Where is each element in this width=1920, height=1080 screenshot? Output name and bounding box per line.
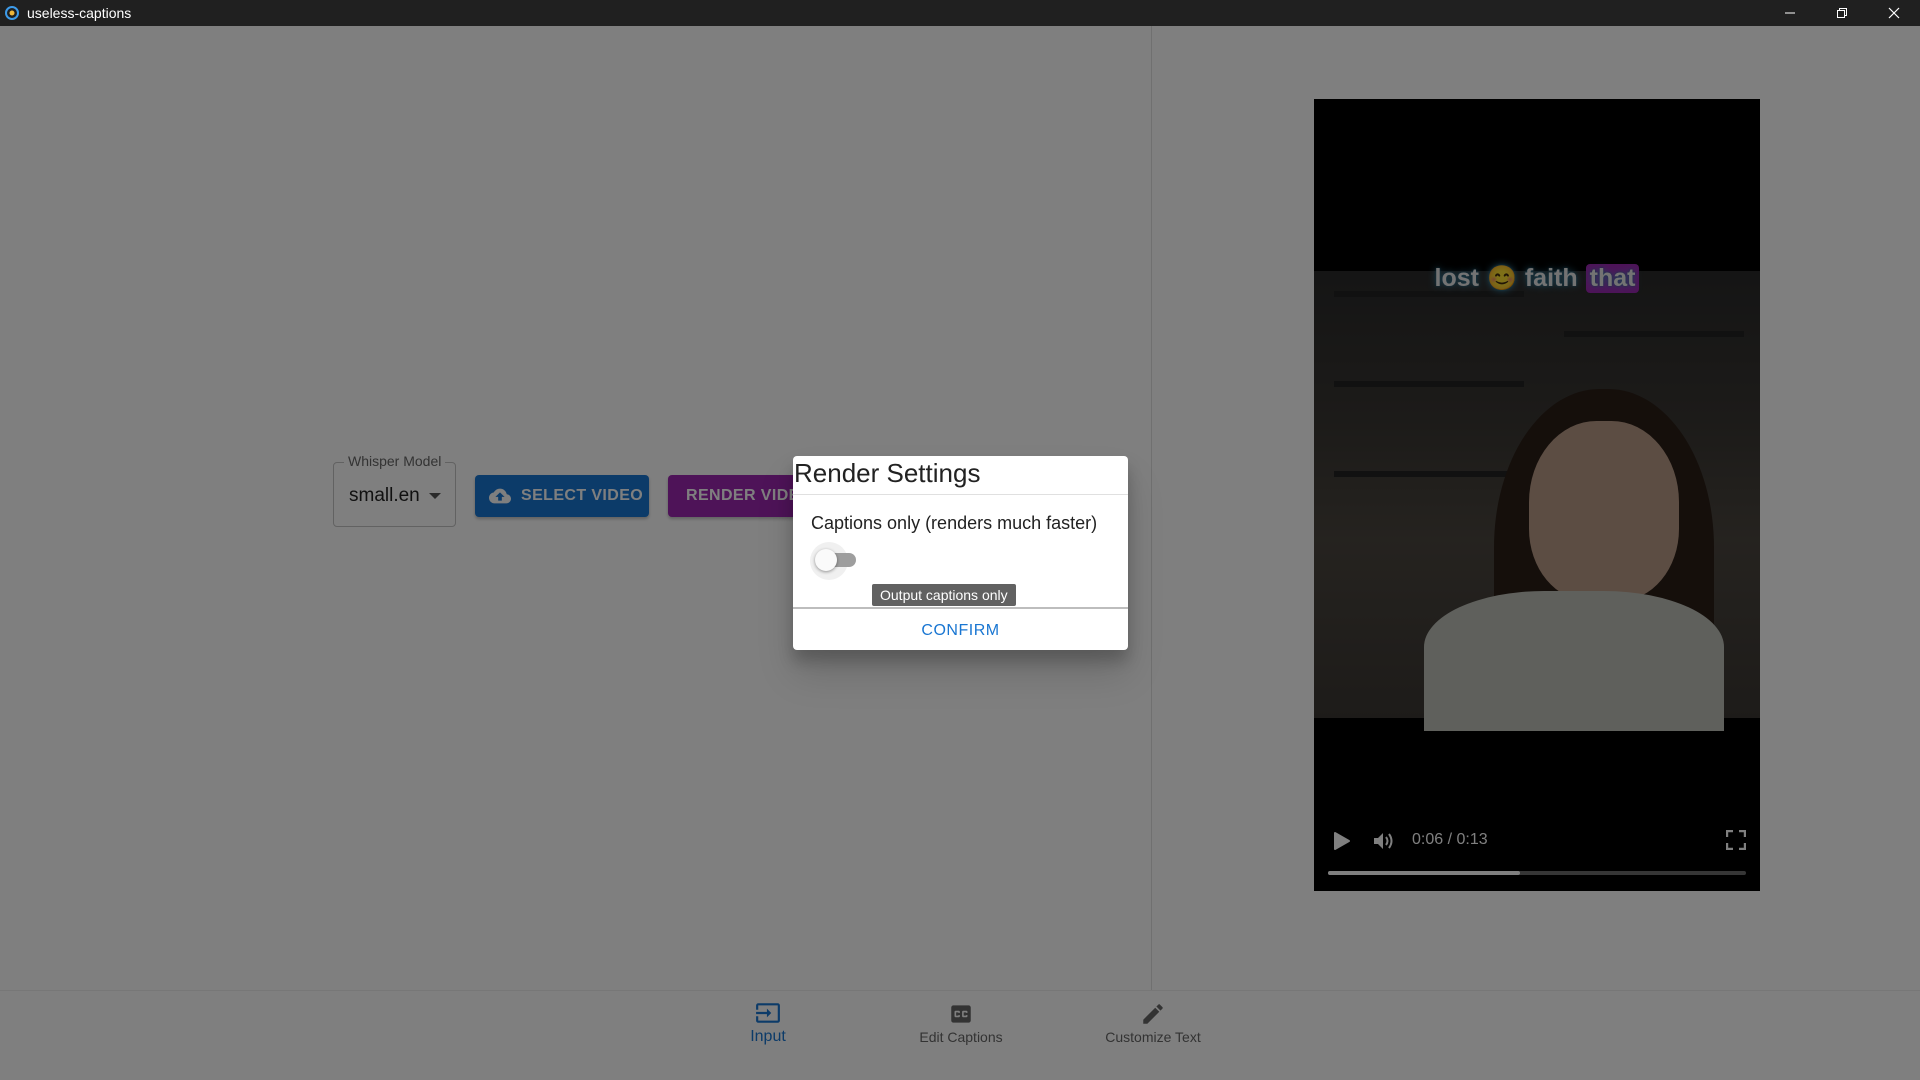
minimize-button[interactable] <box>1764 0 1816 26</box>
toggle-thumb <box>815 549 837 571</box>
restore-icon <box>1837 8 1847 18</box>
captions-only-label: Captions only (renders much faster) <box>811 513 1098 533</box>
dialog-title: Render Settings <box>793 456 1128 495</box>
minimize-icon <box>1785 12 1795 14</box>
window-controls <box>1764 0 1920 26</box>
captions-only-toggle[interactable] <box>810 542 862 580</box>
window-title: useless-captions <box>27 5 132 21</box>
confirm-button[interactable]: CONFIRM <box>793 613 1128 649</box>
close-button[interactable] <box>1868 0 1920 26</box>
restore-button[interactable] <box>1816 0 1868 26</box>
toggle-tooltip: Output captions only <box>872 584 1016 606</box>
dialog-divider <box>793 607 1128 609</box>
title-bar: useless-captions <box>0 0 1920 26</box>
app-logo-icon <box>5 6 19 20</box>
close-icon <box>1888 7 1900 19</box>
